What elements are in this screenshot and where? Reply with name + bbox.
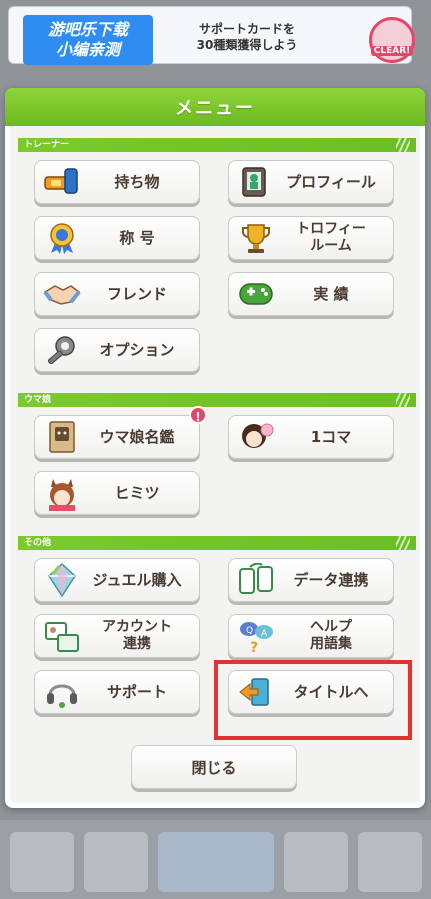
nav-tile — [284, 832, 348, 892]
menu-dialog: メニュー トレーナー 持ち物 プロフィール 称 号 トロフィー ルーム フレンド… — [5, 88, 425, 808]
watermark: 游吧乐下载 小编亲测 — [23, 15, 153, 65]
trophy-room-label-line1: トロフィー — [296, 221, 366, 237]
svg-text:A: A — [261, 629, 268, 639]
handshake-icon — [41, 273, 83, 315]
nav-tile — [10, 832, 74, 892]
notice-badge: ! — [189, 406, 207, 424]
help-label: ヘルプ 用語集 — [277, 619, 393, 653]
menu-title: メニュー — [5, 88, 425, 126]
jewel-icon — [41, 559, 83, 601]
support-label: サポート — [106, 682, 167, 701]
help-label-line2: 用語集 — [310, 636, 352, 652]
umamusume-portrait-icon — [41, 472, 83, 514]
profile-label: プロフィール — [286, 172, 376, 191]
account-link-label-line1: アカウント — [102, 619, 172, 635]
banner-text: サポートカードを 30種類獲得しよう — [172, 21, 322, 53]
svg-text:?: ? — [250, 640, 258, 654]
trainer-card-icon — [235, 161, 277, 203]
section-other: その他 — [18, 536, 416, 550]
secret-button[interactable]: ヒミツ — [34, 471, 200, 515]
profile-button[interactable]: プロフィール — [228, 160, 394, 204]
achievements-label: 実 績 — [313, 284, 349, 303]
svg-text:Q: Q — [246, 626, 253, 636]
trophy-room-label-line2: ルーム — [310, 238, 352, 254]
help-label-line1: ヘルプ — [310, 619, 352, 635]
friends-label: フレンド — [106, 284, 167, 303]
phones-sync-icon — [235, 559, 277, 601]
carrot-drink-icon — [41, 161, 83, 203]
menu-body: トレーナー 持ち物 プロフィール 称 号 トロフィー ルーム フレンド 実 績 … — [10, 126, 420, 803]
uma-encyclopedia-label: ウマ娘名鑑 — [99, 427, 175, 446]
to-title-label: タイトルへ — [293, 682, 369, 701]
gamepad-icon — [235, 273, 277, 315]
clear-badge-label: CLEAR! — [370, 46, 414, 56]
help-button[interactable]: Q A? ヘルプ 用語集 — [228, 614, 394, 658]
banner-text-line1: サポートカードを — [198, 22, 295, 36]
to-title-button[interactable]: タイトルへ — [228, 670, 394, 714]
support-button[interactable]: サポート — [34, 670, 200, 714]
account-link-label-line2: 連携 — [123, 636, 151, 652]
headset-icon — [41, 671, 83, 713]
trophy-room-button[interactable]: トロフィー ルーム — [228, 216, 394, 260]
secret-label: ヒミツ — [114, 483, 160, 502]
items-label: 持ち物 — [114, 172, 160, 191]
jewel-purchase-button[interactable]: ジュエル購入 — [34, 558, 200, 602]
items-button[interactable]: 持ち物 — [34, 160, 200, 204]
trophy-room-label: トロフィー ルーム — [277, 221, 393, 255]
nav-tile — [84, 832, 148, 892]
nav-tile — [358, 832, 422, 892]
banner-text-line2: 30種類獲得しよう — [196, 38, 298, 52]
trophy-icon — [235, 217, 277, 259]
options-label: オプション — [99, 340, 175, 359]
one-koma-label: 1コマ — [310, 427, 352, 446]
nav-tile — [158, 832, 274, 892]
event-banner[interactable]: 游吧乐下载 小编亲测 サポートカードを 30種類獲得しよう CLEAR! — [8, 6, 415, 65]
uma-encyclopedia-button[interactable]: ウマ娘名鑑 ! — [34, 406, 207, 459]
section-umamusume: ウマ娘 — [18, 393, 416, 407]
exit-door-icon — [235, 671, 277, 713]
bottom-nav-background — [0, 820, 431, 899]
watermark-line1: 游吧乐下载 — [47, 20, 128, 39]
section-trainer: トレーナー — [18, 138, 416, 152]
title-button[interactable]: 称 号 — [34, 216, 200, 260]
achievements-button[interactable]: 実 績 — [228, 272, 394, 316]
options-button[interactable]: オプション — [34, 328, 200, 372]
jewel-purchase-label: ジュエル購入 — [92, 570, 182, 589]
data-link-label: データ連携 — [293, 570, 369, 589]
medal-icon — [41, 217, 83, 259]
qa-bubble-icon: Q A? — [235, 615, 277, 657]
watermark-line2: 小编亲测 — [55, 40, 120, 59]
id-card-link-icon — [41, 615, 83, 657]
close-button[interactable]: 閉じる — [131, 745, 297, 789]
clear-badge: CLEAR! — [369, 17, 415, 63]
gear-wrench-icon — [41, 329, 83, 371]
chibi-character-icon — [235, 416, 277, 458]
friends-button[interactable]: フレンド — [34, 272, 200, 316]
title-label: 称 号 — [119, 228, 155, 247]
data-link-button[interactable]: データ連携 — [228, 558, 394, 602]
account-link-label: アカウント 連携 — [83, 619, 199, 653]
account-link-button[interactable]: アカウント 連携 — [34, 614, 200, 658]
one-koma-button[interactable]: 1コマ — [228, 415, 394, 459]
encyclopedia-book-icon — [41, 416, 83, 458]
